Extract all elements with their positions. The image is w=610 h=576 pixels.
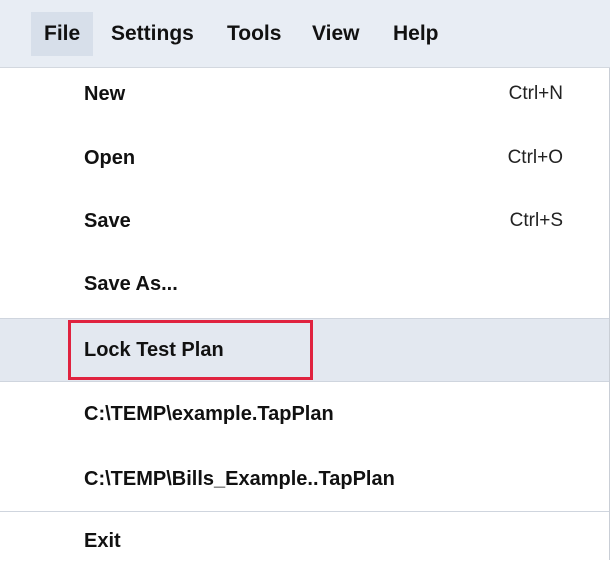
menu-view[interactable]: View	[299, 12, 372, 56]
menu-item-new-shortcut: Ctrl+N	[508, 83, 563, 104]
menu-settings[interactable]: Settings	[98, 12, 207, 56]
menu-item-lock-test-plan-label: Lock Test Plan	[84, 339, 224, 361]
menu-item-save[interactable]: Save Ctrl+S	[0, 189, 609, 253]
file-dropdown-menu: New Ctrl+N Open Ctrl+O Save Ctrl+S Save …	[0, 68, 610, 560]
menu-bar: File Settings Tools View Help	[0, 0, 610, 68]
menu-tools[interactable]: Tools	[214, 12, 294, 56]
menu-item-new[interactable]: New Ctrl+N	[0, 62, 609, 126]
menu-item-lock-test-plan[interactable]: Lock Test Plan	[0, 318, 609, 382]
menu-item-open[interactable]: Open Ctrl+O	[0, 126, 609, 190]
menu-item-exit-label: Exit	[84, 530, 121, 552]
menu-item-save-label: Save	[84, 210, 131, 232]
menu-item-new-label: New	[84, 83, 126, 105]
menu-item-open-shortcut: Ctrl+O	[507, 147, 563, 168]
menu-help[interactable]: Help	[380, 12, 452, 56]
menu-item-recent-1-label: C:\TEMP\example.TapPlan	[84, 403, 334, 425]
menu-item-save-as[interactable]: Save As...	[0, 252, 609, 316]
menu-item-recent-2-label: C:\TEMP\Bills_Example..TapPlan	[84, 468, 395, 490]
menu-item-recent-2[interactable]: C:\TEMP\Bills_Example..TapPlan	[0, 447, 609, 511]
menu-item-save-shortcut: Ctrl+S	[509, 210, 563, 231]
menu-item-save-as-label: Save As...	[84, 273, 178, 295]
menu-file[interactable]: File	[31, 12, 94, 56]
menu-item-exit[interactable]: Exit	[0, 512, 609, 576]
menu-item-recent-1[interactable]: C:\TEMP\example.TapPlan	[0, 382, 609, 446]
menu-item-open-label: Open	[84, 147, 136, 169]
